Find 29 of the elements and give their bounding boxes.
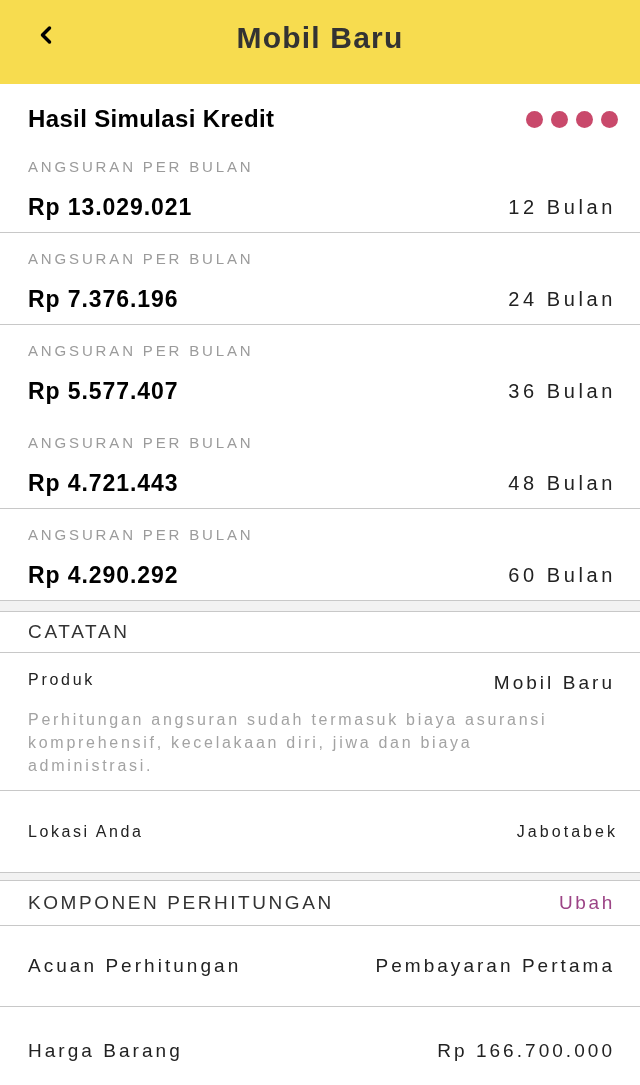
tenor-text: 60 Bulan bbox=[508, 563, 616, 588]
section-heading: CATATAN bbox=[28, 619, 130, 644]
component-label: Harga Barang bbox=[28, 1038, 183, 1063]
component-value: Pembayaran Pertama bbox=[375, 953, 615, 978]
component-label: Acuan Perhitungan bbox=[28, 953, 242, 978]
section-title: Hasil Simulasi Kredit bbox=[28, 104, 275, 134]
installment-label: ANGSURAN PER BULAN bbox=[28, 249, 254, 269]
installment-amount: Rp 7.376.196 bbox=[28, 285, 179, 313]
installment-amount: Rp 5.577.407 bbox=[28, 377, 179, 405]
installment-amount: Rp 4.721.443 bbox=[28, 469, 179, 497]
location-label: Lokasi Anda bbox=[28, 821, 144, 842]
header-title: Mobil Baru bbox=[236, 20, 404, 56]
note-text: Perhitungan angsuran sudah termasuk biaya asuransi komprehensif, kecelakaan diri, jiwa dan biaya administrasi. bbox=[28, 710, 549, 776]
location-value: Jabotabek bbox=[516, 821, 618, 842]
tenor-text: 36 Bulan bbox=[508, 379, 616, 404]
tenor-text: 48 Bulan bbox=[508, 471, 616, 496]
section-heading: KOMPONEN PERHITUNGAN bbox=[28, 890, 334, 915]
installment-label: ANGSURAN PER BULAN bbox=[28, 525, 254, 545]
installment-label: ANGSURAN PER BULAN bbox=[28, 157, 254, 177]
edit-link[interactable]: Ubah bbox=[558, 888, 615, 918]
installment-label: ANGSURAN PER BULAN bbox=[28, 433, 254, 453]
component-value: Rp 166.700.000 bbox=[437, 1038, 615, 1063]
tenor-text: 24 Bulan bbox=[508, 287, 616, 312]
installment-amount: Rp 4.290.292 bbox=[28, 561, 179, 589]
product-label: Produk bbox=[28, 670, 95, 690]
tenor-text: 12 Bulan bbox=[508, 195, 616, 220]
installment-amount: Rp 13.029.021 bbox=[28, 193, 193, 221]
installment-label: ANGSURAN PER BULAN bbox=[28, 341, 254, 361]
product-value: Mobil Baru bbox=[493, 671, 615, 695]
